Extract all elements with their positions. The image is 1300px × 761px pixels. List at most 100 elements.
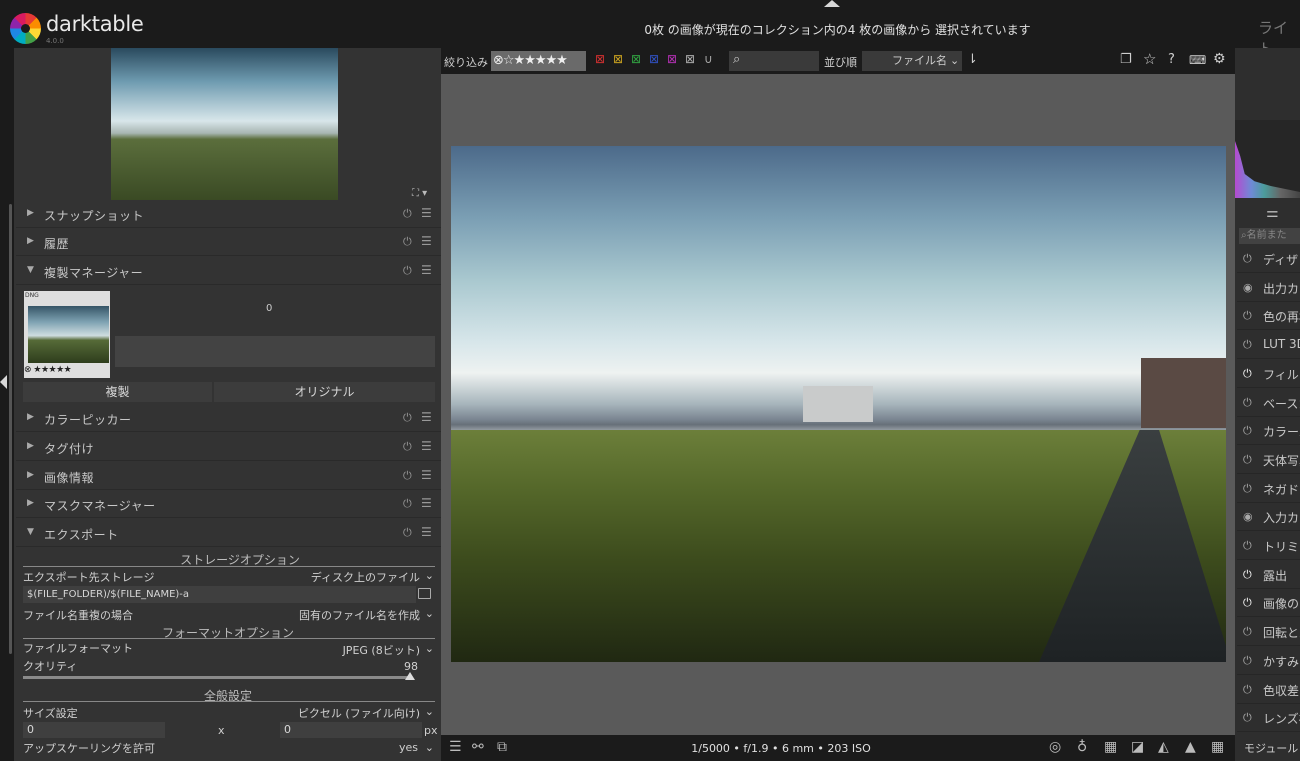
left-panel-scrollbar[interactable] [9, 204, 12, 654]
folder-icon[interactable] [418, 588, 431, 599]
module-header-mask-manager[interactable]: ▶ マスクマネージャー ⏻ ☰ [14, 490, 441, 518]
chevron-down-icon[interactable]: ⌄ [424, 705, 434, 718]
color-label-clear-icon[interactable]: ⊠ [685, 52, 695, 66]
reset-icon[interactable]: ⏻ [403, 526, 412, 540]
power-icon[interactable]: ⏻ [1243, 539, 1252, 553]
sort-select[interactable]: ファイル名 [862, 51, 962, 71]
color-label-blue-icon[interactable]: ⊠ [649, 52, 659, 66]
right-module-item[interactable]: ⏻ 天体写真 [1237, 446, 1300, 474]
presets-menu-icon[interactable]: ☰ [421, 263, 432, 277]
color-label-yellow-icon[interactable]: ⊠ [613, 52, 623, 66]
power-icon[interactable]: ⏻ [1243, 711, 1252, 725]
search-input[interactable]: ⌕ [729, 51, 819, 71]
module-header-color-picker[interactable]: ▶ カラーピッカー ⏻ ☰ [14, 404, 441, 432]
presets-menu-icon[interactable]: ☰ [421, 234, 432, 248]
right-module-item[interactable]: ⏻ 画像の向き [1237, 589, 1300, 618]
focus-peaking-icon[interactable]: ◎ [1049, 739, 1061, 755]
gamut-check-icon[interactable]: ▲ [1185, 739, 1196, 755]
presets-menu-icon[interactable]: ☰ [421, 468, 432, 482]
module-groups-icon[interactable]: ⚌ [1266, 205, 1279, 221]
radio-icon[interactable]: ◉ [1243, 281, 1253, 294]
module-header-history[interactable]: ▶ 履歴 ⏻ ☰ [14, 228, 441, 256]
histogram[interactable] [1235, 120, 1300, 198]
color-assessment-icon[interactable]: ♁ [1077, 739, 1087, 755]
presets-menu-icon[interactable]: ☰ [421, 525, 432, 539]
reset-icon[interactable]: ⏻ [403, 497, 412, 511]
height-input[interactable]: 0 [280, 722, 422, 738]
reset-icon[interactable]: ⏻ [403, 207, 412, 221]
module-header-image-info[interactable]: ▶ 画像情報 ⏻ ☰ [14, 462, 441, 490]
color-label-green-icon[interactable]: ⊠ [631, 52, 641, 66]
navigation-zoom-icon[interactable]: ⛶ ▾ [412, 188, 427, 199]
presets-menu-icon[interactable]: ☰ [421, 496, 432, 510]
on-conflict-select[interactable]: 固有のファイル名を作成 [240, 607, 420, 623]
right-module-item[interactable]: ⏻ ベースカーブ [1237, 389, 1300, 417]
rating-filter[interactable]: ⊗☆★★★★★ [491, 51, 586, 71]
power-icon[interactable]: ⏻ [1243, 683, 1252, 697]
presets-menu-icon[interactable]: ☰ [421, 206, 432, 220]
color-label-red-icon[interactable]: ⊠ [595, 52, 605, 66]
module-header-snapshots[interactable]: ▶ スナップショット ⏻ ☰ [14, 200, 441, 228]
power-icon[interactable]: ⏻ [1243, 252, 1252, 266]
reset-icon[interactable]: ⏻ [403, 440, 412, 454]
chevron-down-icon[interactable]: ⌄ [424, 741, 434, 754]
navigation-preview[interactable] [111, 48, 338, 200]
presets-menu-icon[interactable]: ☰ [421, 410, 432, 424]
right-module-item[interactable]: ⏻ ネガドクター [1237, 475, 1300, 503]
help-icon[interactable]: ? [1168, 52, 1175, 67]
power-icon[interactable]: ⏻ [1243, 482, 1252, 496]
export-path-input[interactable]: $(FILE_FOLDER)/$(FILE_NAME)-a [23, 586, 416, 603]
right-module-item[interactable]: ⏻ 露出 [1237, 561, 1300, 589]
module-header-duplicate-manager[interactable]: ▼ 複製マネージャー ⏻ ☰ [14, 257, 441, 285]
color-label-union-icon[interactable]: ∪ [704, 52, 713, 66]
guides-icon[interactable]: ▦ [1211, 739, 1224, 755]
reset-icon[interactable]: ⏻ [403, 411, 412, 425]
right-module-item[interactable]: ◉ 入力カラープロファイル [1237, 503, 1300, 532]
power-icon[interactable]: ⏻ [1243, 654, 1252, 668]
chevron-down-icon[interactable]: ⌄ [424, 569, 434, 582]
power-icon[interactable]: ⏻ [1243, 424, 1252, 438]
quality-slider[interactable] [23, 676, 411, 679]
color-label-purple-icon[interactable]: ⊠ [667, 52, 677, 66]
reset-icon[interactable]: ⏻ [403, 469, 412, 483]
keyboard-shortcuts-icon[interactable]: ⌨ [1189, 53, 1206, 67]
power-icon[interactable]: ⏻ [1243, 625, 1252, 639]
softproof-icon[interactable]: ◭ [1158, 739, 1169, 755]
thumbnail-rating[interactable]: ⊗ ★★★★★ [24, 365, 72, 375]
right-module-item[interactable]: ⏻ LUT 3D [1237, 331, 1300, 360]
raw-overexposed-icon[interactable]: ▦ [1104, 739, 1117, 755]
right-module-item[interactable]: ⏻ トリミング [1237, 532, 1300, 560]
presets-menu-icon[interactable]: ☰ [421, 439, 432, 453]
module-header-tagging[interactable]: ▶ タグ付け ⏻ ☰ [14, 433, 441, 461]
duplicate-version-name-field[interactable] [115, 336, 435, 367]
right-module-item[interactable]: ⏻ 色の再構築 [1237, 302, 1300, 331]
duplicate-thumbnail[interactable]: DNG ⊗ ★★★★★ [24, 291, 110, 378]
file-format-select[interactable]: JPEG (8ビット) [260, 642, 420, 658]
upscale-select[interactable]: yes [370, 741, 418, 754]
power-icon[interactable]: ⏻ [1243, 338, 1252, 352]
sort-order-icon[interactable]: ⇂ [967, 52, 978, 67]
quality-slider-knob[interactable] [405, 672, 415, 680]
right-module-item[interactable]: ⏻ ディザリング [1237, 245, 1300, 273]
reset-icon[interactable]: ⏻ [403, 235, 412, 249]
power-icon[interactable]: ⏻ [1243, 453, 1252, 467]
grouping-icon[interactable]: ❐ [1120, 52, 1132, 67]
right-module-item[interactable]: ⏻ 回転とパース [1237, 618, 1300, 647]
chevron-down-icon[interactable]: ⌄ [424, 607, 434, 620]
module-header-export[interactable]: ▼ エクスポート ⏻ ☰ [14, 519, 441, 547]
right-module-item[interactable]: ◉ 出力カラープロファイル [1237, 274, 1300, 302]
chevron-down-icon[interactable]: ⌄ [950, 54, 959, 67]
star-overlay-icon[interactable]: ☆ [1143, 50, 1156, 68]
power-icon[interactable]: ⏻ [1243, 596, 1252, 610]
right-module-item[interactable]: ⏻ 色収差 [1237, 676, 1300, 704]
top-panel-toggle-arrow[interactable] [824, 0, 840, 7]
right-module-item[interactable]: ⏻ フィルミック [1237, 360, 1300, 388]
radio-icon[interactable]: ◉ [1243, 510, 1253, 523]
preferences-gear-icon[interactable]: ⚙ [1213, 51, 1226, 67]
duplicate-button[interactable]: 複製 [23, 382, 212, 402]
power-icon[interactable]: ⏻ [1243, 568, 1252, 582]
size-setting-select[interactable]: ピクセル (ファイル向け) [240, 705, 420, 721]
reset-icon[interactable]: ⏻ [403, 264, 412, 278]
module-search-input[interactable]: ⌕名前また [1239, 228, 1300, 244]
right-module-item[interactable]: ⏻ レンズ補正 [1237, 704, 1300, 733]
